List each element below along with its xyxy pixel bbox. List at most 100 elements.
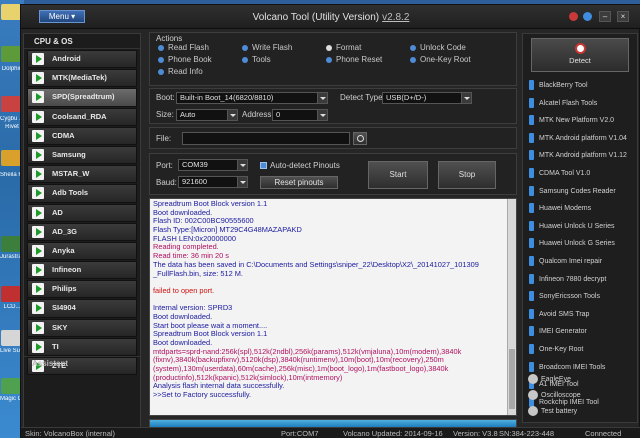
tool-item[interactable]: SonyEricsson Tools [527, 289, 635, 304]
tool-item[interactable]: Samsung Codes Reader [527, 184, 635, 199]
tool-item[interactable]: Huawei Modems [527, 201, 635, 216]
file-browse-button[interactable] [353, 132, 367, 145]
desktop-icon-2[interactable] [1, 46, 21, 62]
play-icon [32, 302, 44, 315]
cpu-item[interactable]: TI [27, 337, 137, 356]
cpu-item[interactable]: SKY [27, 318, 137, 337]
tool-item[interactable]: IMEI Generator [527, 324, 635, 339]
desktop-icon-5[interactable] [1, 236, 21, 252]
bottom-tool-item[interactable]: Oscilloscope [527, 388, 635, 403]
log-scrollbar[interactable] [507, 199, 516, 415]
detect-type-select[interactable]: USB(D+/D-) [382, 92, 472, 104]
action-read-info[interactable]: Read Info [158, 67, 203, 76]
action-write-flash[interactable]: Write Flash [242, 43, 292, 52]
status-port: Port:COM7 [281, 429, 319, 438]
tool-item[interactable]: CDMA Tool V1.0 [527, 166, 635, 181]
desktop-icon-6[interactable] [1, 286, 21, 302]
cpu-item[interactable]: Anyka [27, 241, 137, 261]
tool-item[interactable]: MTK Android platform V1.04 [527, 131, 635, 146]
tool-item-label: MTK Android platform V1.04 [539, 134, 627, 142]
tool-icon [528, 390, 538, 400]
bottom-tool-item[interactable]: Test battery [527, 404, 635, 419]
stop-button[interactable]: Stop [438, 161, 496, 189]
tool-item[interactable]: Huawei Unlock G Series [527, 236, 635, 251]
log-output[interactable]: Spreadtrum Boot Block version 1.1 Boot do… [149, 198, 517, 416]
desktop-icon-8[interactable] [1, 378, 21, 394]
tool-item[interactable]: Huawei Unlock U Series [527, 219, 635, 234]
desktop-icon-4[interactable] [1, 150, 21, 166]
cpu-item-label: Coolsand_RDA [52, 111, 107, 121]
cpu-item[interactable]: AD [27, 203, 137, 222]
boot-select[interactable]: Built-in Boot_14(6820/8810) [176, 92, 328, 104]
start-button[interactable]: Start [368, 161, 428, 189]
minimize-button[interactable]: – [599, 11, 611, 22]
network-icon[interactable] [569, 12, 578, 21]
checkbox-icon[interactable] [260, 162, 267, 170]
version-link[interactable]: v2.8.2 [382, 12, 409, 23]
action-one-key-root[interactable]: One-Key Root [410, 55, 471, 64]
port-value: COM39 [182, 160, 208, 169]
radio-icon [326, 45, 332, 51]
chevron-down-icon [317, 93, 327, 103]
tool-item[interactable]: Avoid SMS Trap [527, 307, 635, 322]
play-icon [32, 283, 44, 296]
tool-item[interactable]: BlackBerry Tool [527, 78, 635, 93]
tool-item[interactable]: One-Key Root [527, 342, 635, 357]
tool-item[interactable]: Alcatel Flash Tools [527, 96, 635, 111]
action-format[interactable]: Format [326, 43, 361, 52]
action-unlock-code[interactable]: Unlock Code [410, 43, 466, 52]
address-select[interactable]: 0 [272, 109, 328, 121]
size-value: Auto [180, 110, 196, 119]
port-select[interactable]: COM39 [178, 159, 248, 171]
baud-select[interactable]: 921600 [178, 176, 248, 188]
tool-item-label: SonyEricsson Tools [539, 293, 600, 301]
help-icon[interactable] [583, 12, 592, 21]
cpu-item[interactable]: MSTAR_W [27, 165, 137, 184]
phone-icon [529, 132, 534, 143]
action-read-flash[interactable]: Read Flash [158, 43, 209, 52]
log-line: >>Set to Factory successfully. [153, 390, 252, 400]
cpu-item[interactable]: CDMA [27, 126, 137, 145]
desktop-icon-3[interactable] [1, 96, 21, 112]
tool-item[interactable]: Qualcom Imei repair [527, 254, 635, 269]
cpu-item[interactable]: SPD(Spreadtrum) [27, 88, 137, 107]
play-icon [32, 91, 44, 104]
phone-icon [529, 308, 534, 319]
close-button[interactable]: × [617, 11, 629, 22]
detect-button[interactable]: Detect [531, 38, 629, 72]
chevron-down-icon [237, 160, 247, 170]
cpu-item[interactable]: Adb Tools [27, 184, 137, 203]
action-label: Read Info [168, 67, 203, 76]
tool-item[interactable]: Infineon 7880 decrypt [527, 272, 635, 287]
desktop-icon-7[interactable] [1, 330, 21, 346]
radio-icon [410, 57, 416, 63]
cpu-item[interactable]: Android [27, 50, 137, 69]
scrollbar-thumb[interactable] [509, 349, 515, 409]
tool-item[interactable]: MTK New Platform V2.0 [527, 113, 635, 128]
bottom-tool-item[interactable]: EagleEye [527, 372, 635, 387]
tool-item[interactable]: MTK Android platform V1.12 [527, 148, 635, 163]
reset-pinouts-button[interactable]: Reset pinouts [260, 176, 338, 189]
phone-icon [529, 326, 534, 337]
cpu-item[interactable]: Samsung [27, 145, 137, 165]
action-phone-book[interactable]: Phone Book [158, 55, 212, 64]
desktop-icon-1[interactable] [1, 4, 21, 20]
assistant-header[interactable]: Assistant [24, 356, 140, 370]
menu-button[interactable]: Menu ▾ [39, 10, 85, 23]
auto-detect-pinouts[interactable]: Auto-detect Pinouts [260, 161, 340, 170]
phone-icon [529, 291, 534, 302]
cpu-item[interactable]: Coolsand_RDA [27, 107, 137, 126]
cpu-item[interactable]: Infineon [27, 261, 137, 280]
cpu-item[interactable]: SI4904 [27, 299, 137, 318]
size-select[interactable]: Auto [176, 109, 238, 121]
cpu-item-label: Android [52, 54, 81, 63]
cpu-item[interactable]: MTK(MediaTek) [27, 69, 137, 88]
cpu-item[interactable]: Philips [27, 280, 137, 299]
cpu-item[interactable]: AD_3G [27, 222, 137, 241]
action-tools[interactable]: Tools [242, 55, 271, 64]
action-phone-reset[interactable]: Phone Reset [326, 55, 382, 64]
baud-value: 921600 [182, 177, 208, 186]
file-input[interactable] [182, 132, 350, 145]
boot-value: Built-in Boot_14(6820/8810) [180, 93, 274, 102]
action-label: Phone Book [168, 55, 212, 64]
